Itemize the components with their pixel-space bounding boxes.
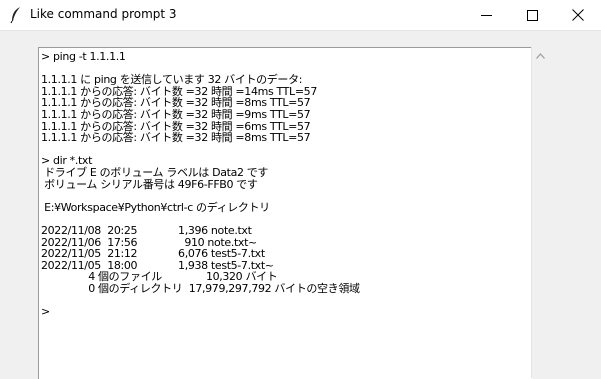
scroll-up-button[interactable]: [532, 51, 549, 61]
maximize-icon: [526, 9, 538, 21]
console-line: > ping -t 1.1.1.1: [41, 50, 126, 63]
close-button[interactable]: [555, 0, 601, 30]
minimize-icon: [480, 14, 492, 16]
maximize-button[interactable]: [509, 0, 555, 30]
console-line: >: [41, 305, 50, 319]
console-line: E:¥Workspace¥Python¥ctrl-c のディレクトリ: [41, 200, 270, 214]
minimize-button[interactable]: [463, 0, 509, 30]
title-bar: Like command prompt 3: [0, 0, 601, 31]
vertical-scrollbar[interactable]: [531, 47, 549, 378]
console-line: 1.1.1.1 からの応答: バイト数 =32 時間 =8ms TTL=57: [41, 131, 311, 145]
console-line: 0 個のディレクトリ 17,979,297,792 バイトの空き領域: [41, 281, 360, 295]
scroll-up-arrow-icon: [536, 53, 545, 59]
close-icon: [572, 9, 584, 21]
console-text: > ping -t 1.1.1.1 1.1.1.1 に ping を送信していま…: [41, 51, 360, 318]
feather-icon: [10, 7, 20, 24]
console-output[interactable]: > ping -t 1.1.1.1 1.1.1.1 に ping を送信していま…: [38, 47, 532, 379]
console-line: ボリューム シリアル番号は 49F6-FFB0 です: [41, 177, 258, 191]
window-title: Like command prompt 3: [30, 7, 177, 21]
